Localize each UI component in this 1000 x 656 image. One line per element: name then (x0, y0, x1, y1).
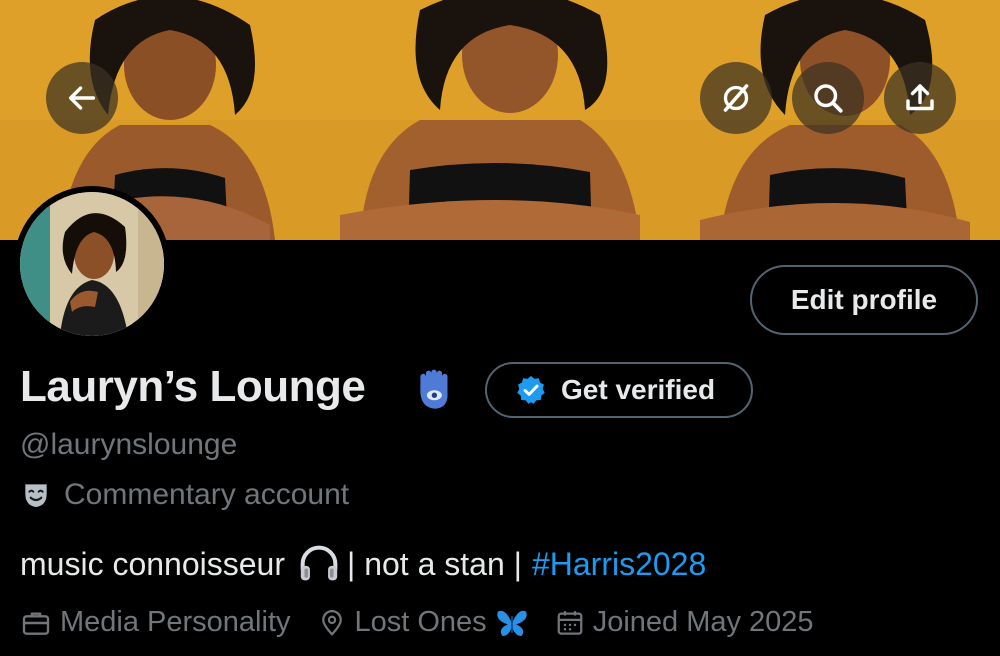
back-button[interactable] (46, 62, 118, 134)
share-icon (906, 84, 934, 111)
bio-hashtag-link[interactable]: #Harris2028 (532, 546, 706, 583)
location-label: Lost Ones (354, 606, 487, 638)
theater-mask-icon (25, 484, 47, 507)
edit-profile-button[interactable]: Edit profile (750, 265, 978, 335)
profession-item: Media Personality (20, 606, 291, 639)
bio-text: music connoisseur (20, 545, 285, 582)
location-pin-icon (321, 609, 342, 636)
profile-category: Commentary account (20, 478, 349, 512)
arrow-left-icon (68, 86, 96, 110)
headphones-icon (300, 545, 338, 581)
calendar-icon (557, 610, 583, 635)
avatar[interactable] (14, 186, 170, 342)
location-item: Lost Ones (317, 606, 529, 639)
avatar-image (20, 192, 164, 336)
grok-icon (723, 84, 749, 112)
hamsa-icon (420, 369, 448, 409)
bio-separator: | not a stan | (347, 545, 522, 582)
profile-name: Lauryn’s Lounge (20, 362, 366, 411)
grok-button[interactable] (700, 62, 772, 134)
joined-item: Joined May 2025 (555, 606, 814, 639)
profile-handle: @laurynslounge (20, 428, 238, 461)
search-icon (814, 84, 843, 113)
joined-label: Joined May 2025 (592, 606, 814, 638)
get-verified-label: Get verified (561, 374, 716, 405)
search-button[interactable] (792, 62, 864, 134)
butterfly-icon (497, 610, 527, 636)
get-verified-button[interactable]: Get verified (485, 362, 753, 418)
profile-bio: music connoisseur | not a stan | #Harris… (20, 544, 706, 584)
profession-label: Media Personality (60, 606, 291, 638)
briefcase-icon (22, 611, 50, 635)
share-button[interactable] (884, 62, 956, 134)
category-label: Commentary account (64, 478, 350, 511)
profile-meta: Media Personality Lost Ones Joined May 2… (20, 606, 840, 639)
verified-badge-icon (517, 376, 545, 404)
